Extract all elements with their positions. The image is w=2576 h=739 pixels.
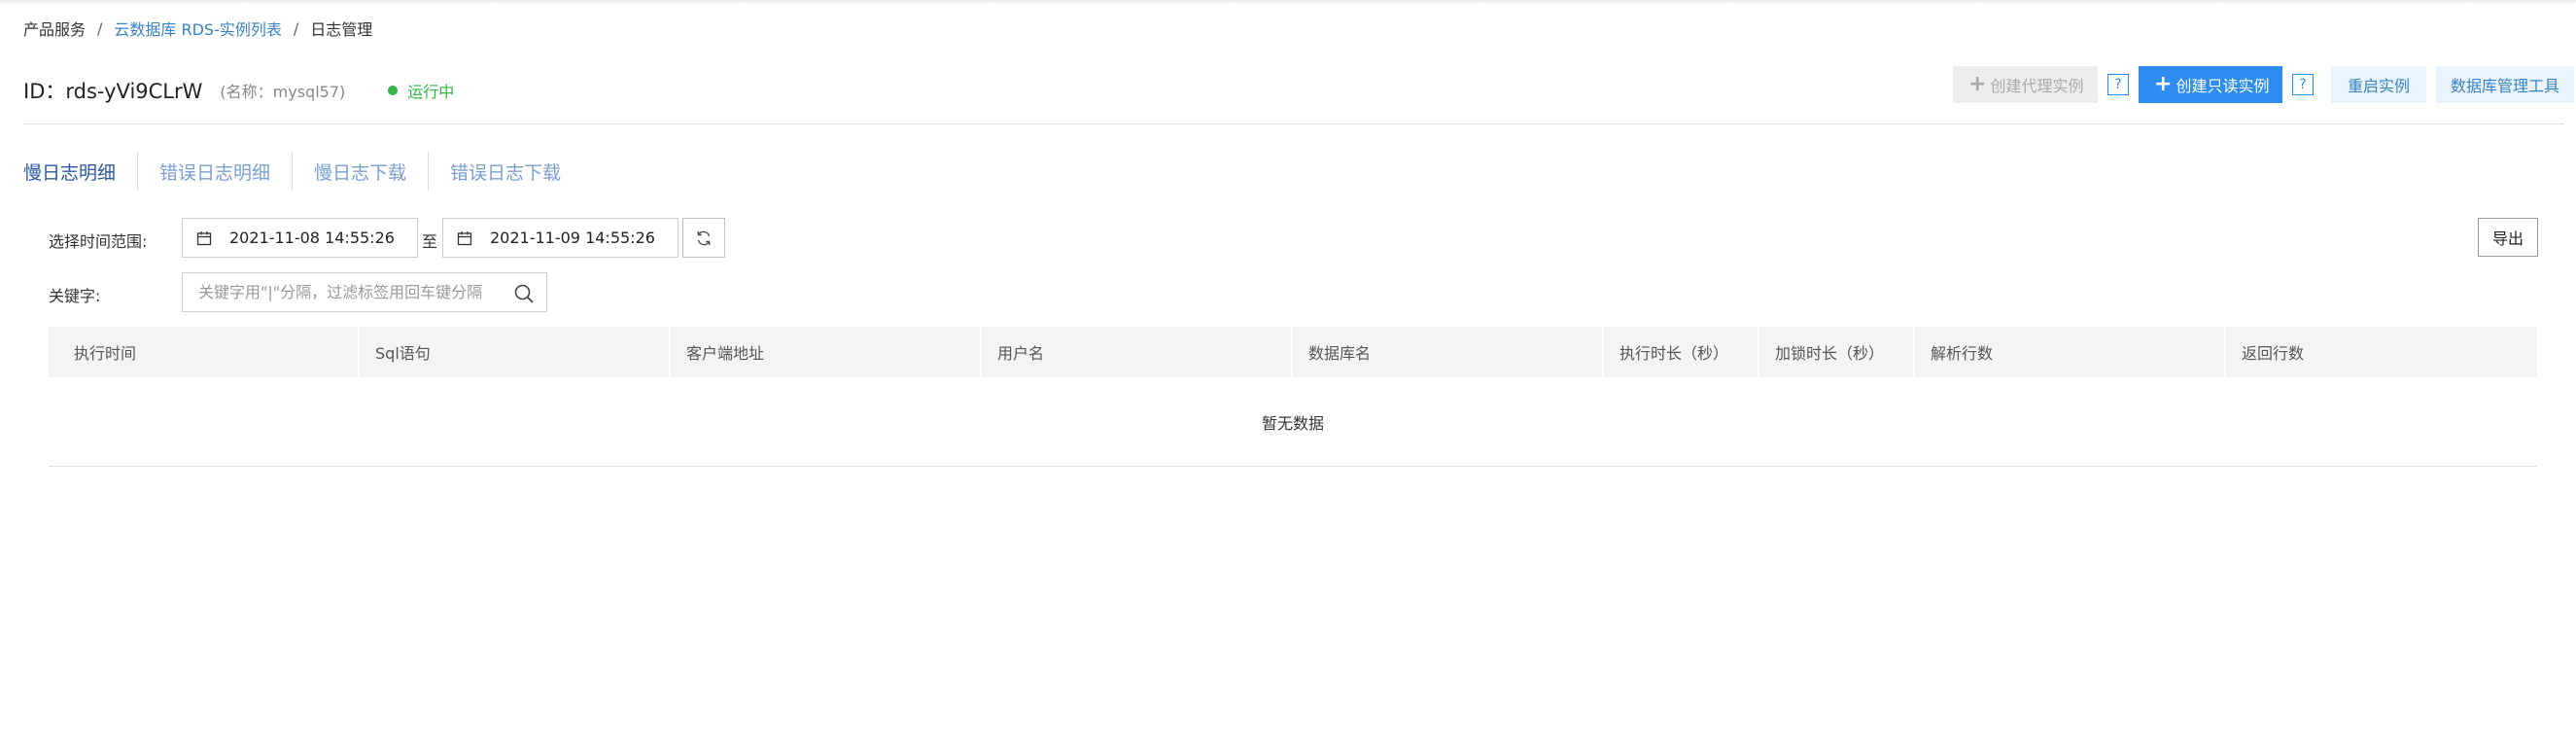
restart-instance-button[interactable]: 重启实例	[2331, 66, 2426, 103]
tab-divider	[137, 152, 139, 191]
breadcrumb-separator: /	[293, 18, 299, 38]
tab-slow-log-detail[interactable]: 慢日志明细	[23, 152, 116, 191]
column-header-sql: Sql语句	[360, 327, 671, 377]
action-bar: + 创建代理实例 ? + 创建只读实例 ? 重启实例 数据库管理工具	[1953, 66, 2574, 103]
breadcrumb-item-rds-list[interactable]: 云数据库 RDS-实例列表	[114, 17, 281, 40]
slow-log-table: 执行时间 Sql语句 客户端地址 用户名 数据库名 执行时长（秒） 加锁时长（秒…	[49, 327, 2537, 467]
refresh-button[interactable]	[682, 218, 725, 258]
plus-icon: +	[2154, 72, 2173, 96]
create-readonly-instance-button[interactable]: + 创建只读实例	[2139, 66, 2282, 103]
db-management-tool-button[interactable]: 数据库管理工具	[2436, 66, 2574, 103]
start-time-value: 2021-11-08 14:55:26	[229, 229, 395, 247]
table-header: 执行时间 Sql语句 客户端地址 用户名 数据库名 执行时长（秒） 加锁时长（秒…	[49, 327, 2537, 377]
range-to-label: 至	[422, 232, 438, 251]
calendar-icon	[196, 230, 212, 245]
create-proxy-instance-button[interactable]: + 创建代理实例	[1953, 66, 2098, 103]
column-header-lock-duration: 加锁时长（秒）	[1759, 327, 1915, 377]
page: 产品服务 / 云数据库 RDS-实例列表 / 日志管理 ID：rds-yVi9C…	[0, 0, 2576, 739]
end-time-value: 2021-11-09 14:55:26	[490, 229, 655, 247]
table-empty-state: 暂无数据	[49, 377, 2537, 467]
instance-id: ID：rds-yVi9CLrW	[23, 80, 203, 103]
instance-name: (名称：mysql57)	[220, 83, 346, 101]
start-time-picker[interactable]: 2021-11-08 14:55:26	[182, 218, 418, 258]
status-dot-icon	[388, 86, 399, 95]
log-tabs: 慢日志明细 错误日志明细 慢日志下载 错误日志下载	[23, 152, 561, 191]
keyword-label: 关键字:	[49, 287, 101, 305]
column-header-exec-time: 执行时间	[49, 327, 360, 377]
tab-divider	[428, 152, 430, 191]
keyword-search-box	[182, 272, 547, 312]
tab-slow-log-download[interactable]: 慢日志下载	[314, 152, 406, 191]
end-time-picker[interactable]: 2021-11-09 14:55:26	[442, 218, 679, 258]
top-shadow	[0, 0, 2576, 4]
plus-icon: +	[1968, 72, 1987, 96]
header-divider	[23, 123, 2564, 124]
column-header-rows-examined: 解析行数	[1915, 327, 2226, 377]
refresh-icon	[697, 230, 711, 245]
search-icon[interactable]	[513, 283, 535, 304]
keyword-search-input[interactable]	[198, 283, 500, 301]
status-badge: 运行中	[388, 79, 454, 102]
tab-divider	[292, 152, 294, 191]
create-readonly-label: 创建只读实例	[2176, 77, 2270, 95]
help-icon[interactable]: ?	[2107, 74, 2129, 95]
column-header-client-address: 客户端地址	[671, 327, 982, 377]
create-proxy-label: 创建代理实例	[1990, 77, 2084, 95]
instance-header: ID：rds-yVi9CLrW (名称：mysql57) 运行中	[23, 76, 454, 105]
status-text: 运行中	[407, 83, 455, 101]
calendar-icon	[457, 230, 472, 245]
column-header-rows-returned: 返回行数	[2242, 344, 2305, 363]
export-button[interactable]: 导出	[2478, 218, 2538, 257]
tab-error-log-detail[interactable]: 错误日志明细	[159, 152, 270, 191]
column-header-username: 用户名	[982, 327, 1293, 377]
column-header-db-name: 数据库名	[1293, 327, 1604, 377]
help-icon[interactable]: ?	[2292, 74, 2314, 95]
time-range-label: 选择时间范围:	[49, 232, 148, 251]
breadcrumb-item-log-management: 日志管理	[310, 20, 373, 39]
column-header-exec-duration: 执行时长（秒）	[1604, 327, 1759, 377]
breadcrumb: 产品服务 / 云数据库 RDS-实例列表 / 日志管理	[23, 17, 373, 40]
breadcrumb-separator: /	[97, 18, 103, 38]
breadcrumb-item-products: 产品服务	[23, 20, 87, 39]
tab-error-log-download[interactable]: 错误日志下载	[450, 152, 561, 191]
